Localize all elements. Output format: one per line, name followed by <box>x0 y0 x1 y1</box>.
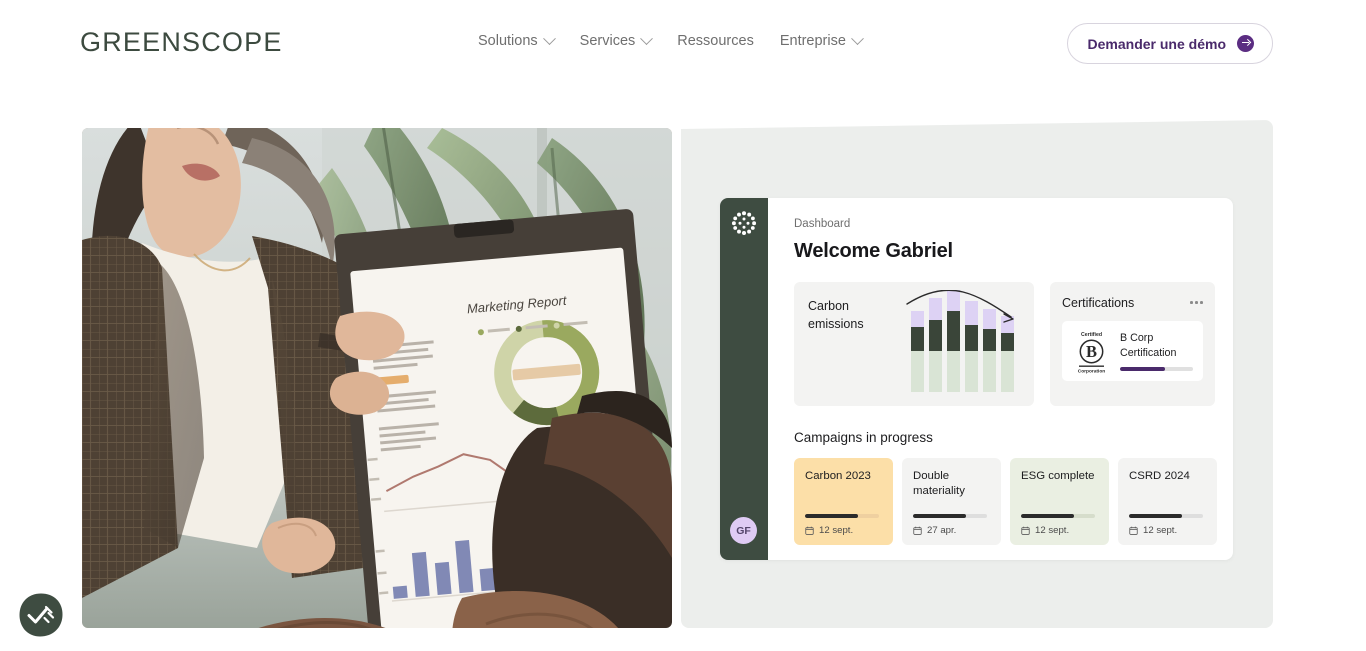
site-header: GREENSCOPE Solutions Services Ressources… <box>0 0 1366 88</box>
avatar[interactable]: GF <box>730 517 757 544</box>
breadcrumb: Dashboard <box>794 218 851 230</box>
hero-image: Marketing Report <box>82 128 672 628</box>
nav-item-ressources[interactable]: Ressources <box>677 33 754 49</box>
campaign-date: 27 apr. <box>913 525 956 536</box>
carbon-emissions-bar-chart <box>906 290 1014 392</box>
carbon-emissions-widget[interactable]: Carbon emissions <box>794 282 1034 406</box>
chevron-down-icon <box>851 31 864 45</box>
greenscope-radial-logo-icon <box>731 211 757 235</box>
campaign-date: 12 sept. <box>805 525 853 536</box>
campaign-name: Carbon 2023 <box>805 470 871 482</box>
campaign-date: 12 sept. <box>1021 525 1069 536</box>
request-demo-button[interactable]: Demander une démo <box>1066 23 1273 64</box>
calendar-icon <box>1021 526 1030 535</box>
certification-name: B Corp Certification <box>1120 331 1177 359</box>
request-demo-label: Demander une démo <box>1087 35 1226 52</box>
nav-item-services[interactable]: Services <box>579 31 654 49</box>
nav-item-entreprise[interactable]: Entreprise <box>779 31 864 49</box>
cookie-consent-checkmark-icon <box>19 593 63 637</box>
dashboard-sidebar: GF <box>720 198 768 560</box>
certification-details: B Corp Certification <box>1120 331 1193 372</box>
campaign-progress-bar <box>1021 514 1095 518</box>
dashboard-card: GF Dashboard Welcome Gabriel Carbon emis… <box>720 198 1233 560</box>
page-title: Welcome Gabriel <box>794 240 953 262</box>
campaign-date-label: 27 apr. <box>927 525 957 536</box>
campaign-card-carbon-2023[interactable]: Carbon 2023 12 sept. <box>794 458 893 545</box>
nav-label: Ressources <box>677 33 754 49</box>
nav-label: Entreprise <box>779 33 846 49</box>
campaign-name: Double materiality <box>913 470 965 498</box>
arrow-right-circle-icon <box>1237 35 1254 52</box>
certifications-header: Certifications <box>1062 296 1203 310</box>
bcorp-top-text: Certified <box>1081 332 1102 338</box>
campaign-progress-fill <box>913 514 967 518</box>
widget-row: Carbon emissions Certifications Certifie… <box>794 282 1217 406</box>
cookie-consent-button[interactable] <box>18 592 64 638</box>
campaign-date-label: 12 sept. <box>1035 525 1070 536</box>
campaign-progress-fill <box>1129 514 1183 518</box>
campaigns-title: Campaigns in progress <box>794 430 933 445</box>
nav-label: Services <box>579 33 636 49</box>
brand-logo[interactable]: GREENSCOPE <box>80 27 283 58</box>
dashboard-body: Dashboard Welcome Gabriel Carbon emissio… <box>768 198 1233 560</box>
campaign-date: 12 sept. <box>1129 525 1177 536</box>
campaign-date-label: 12 sept. <box>819 525 854 536</box>
campaign-card-csrd-2024[interactable]: CSRD 2024 12 sept. <box>1118 458 1217 545</box>
dashboard-panel: GF Dashboard Welcome Gabriel Carbon emis… <box>681 120 1273 628</box>
ellipsis-icon[interactable] <box>1190 296 1203 304</box>
campaign-card-esg-complete[interactable]: ESG complete 12 sept. <box>1010 458 1109 545</box>
calendar-icon <box>805 526 814 535</box>
certifications-title: Certifications <box>1062 296 1135 310</box>
chevron-down-icon <box>542 31 556 45</box>
hero-photo-illustration: Marketing Report <box>82 128 672 628</box>
certifications-widget[interactable]: Certifications Certified B Corporation B <box>1050 282 1215 406</box>
campaign-date-label: 12 sept. <box>1143 525 1178 536</box>
nav-item-solutions[interactable]: Solutions <box>478 31 556 49</box>
nav-label: Solutions <box>478 33 538 49</box>
svg-text:B: B <box>1086 342 1097 361</box>
certification-progress-fill <box>1120 367 1166 372</box>
campaign-name: CSRD 2024 <box>1129 470 1190 482</box>
bcorp-bottom-text: Corporation <box>1078 368 1106 373</box>
campaign-progress-bar <box>1129 514 1203 518</box>
chevron-down-icon <box>640 31 654 45</box>
campaigns-row: Carbon 2023 12 sept. Double materiality … <box>794 458 1217 545</box>
campaign-name: ESG complete <box>1021 470 1095 482</box>
campaign-progress-bar <box>913 514 987 518</box>
certification-item[interactable]: Certified B Corporation B Corp Certifica… <box>1062 321 1203 381</box>
campaign-card-double-materiality[interactable]: Double materiality 27 apr. <box>902 458 1001 545</box>
campaign-progress-fill <box>1021 514 1075 518</box>
calendar-icon <box>1129 526 1138 535</box>
main-navigation: Solutions Services Ressources Entreprise <box>478 31 864 49</box>
calendar-icon <box>913 526 922 535</box>
campaign-progress-bar <box>805 514 879 518</box>
certification-progress-bar <box>1120 367 1193 372</box>
bcorp-logo-icon: Certified B Corporation <box>1078 332 1106 374</box>
campaign-progress-fill <box>805 514 859 518</box>
carbon-emissions-title: Carbon emissions <box>808 299 864 331</box>
